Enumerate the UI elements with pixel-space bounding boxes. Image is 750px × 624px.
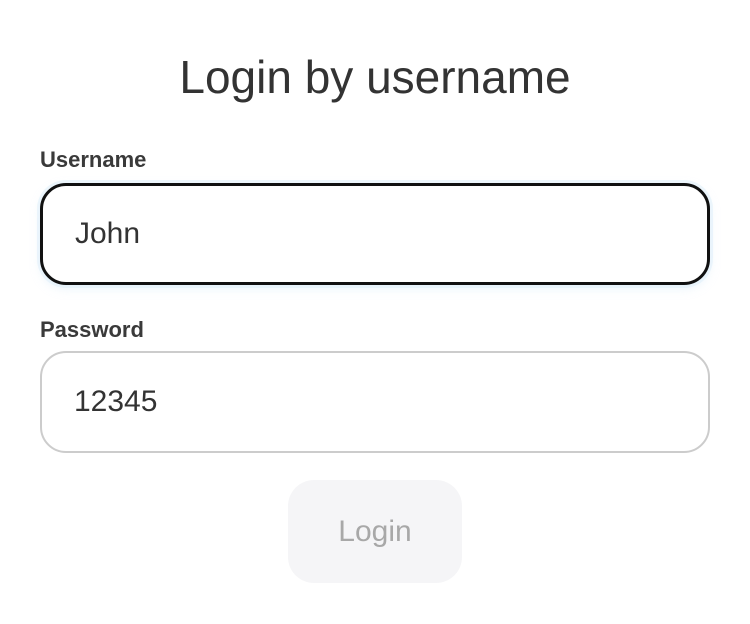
login-form: Login by username Username Password Logi… (0, 0, 750, 624)
page-title: Login by username (179, 51, 571, 103)
login-button[interactable]: Login (288, 480, 462, 583)
username-input[interactable] (40, 183, 710, 285)
password-input[interactable] (40, 351, 710, 453)
password-label: Password (40, 317, 144, 342)
username-label: Username (40, 147, 147, 172)
